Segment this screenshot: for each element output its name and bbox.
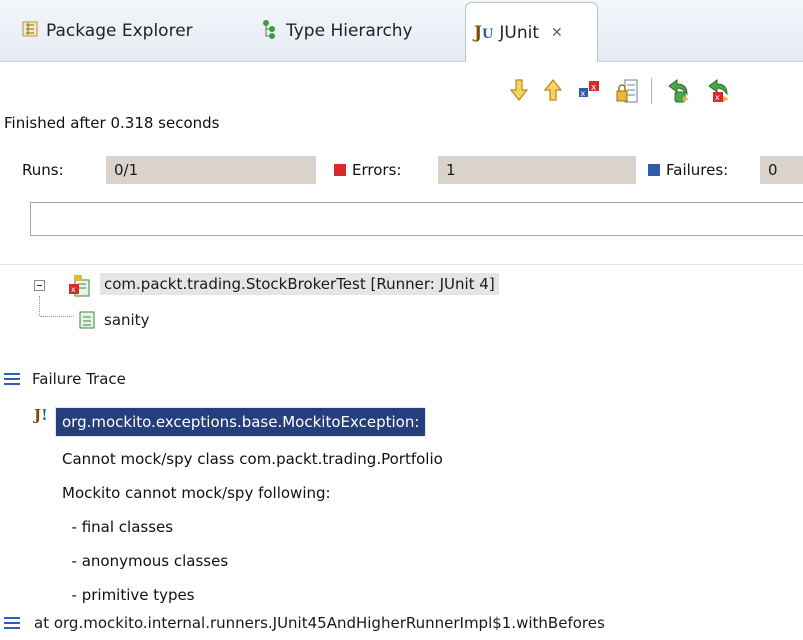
tab-package-explorer-label: Package Explorer: [46, 21, 193, 41]
close-icon[interactable]: ✕: [551, 25, 563, 41]
tab-type-hierarchy[interactable]: Type Hierarchy: [262, 2, 413, 60]
svg-text:x: x: [581, 89, 586, 98]
tab-package-explorer[interactable]: Package Explorer: [22, 2, 193, 60]
stack-frame-icon: [4, 614, 20, 632]
trace-line[interactable]: Mockito cannot mock/spy following:: [62, 484, 331, 502]
trace-line[interactable]: Cannot mock/spy class com.packt.trading.…: [62, 450, 443, 468]
stack-frame-label: at org.mockito.internal.runners.JUnit45A…: [34, 614, 605, 632]
failure-trace-header: Failure Trace: [4, 362, 126, 396]
runs-value: 0/1: [106, 156, 316, 184]
tree-connector: [39, 296, 41, 316]
package-explorer-icon: [22, 21, 38, 42]
rerun-failed-first-icon[interactable]: x: [705, 78, 731, 108]
errors-label: Errors:: [352, 161, 402, 179]
type-hierarchy-icon: [262, 19, 278, 44]
failure-icon: [648, 164, 660, 176]
show-failures-only-icon[interactable]: xx: [577, 78, 601, 106]
test-case-icon: [78, 310, 96, 334]
svg-text:x: x: [71, 285, 76, 294]
error-icon: [334, 164, 346, 176]
test-suite-label: com.packt.trading.StockBrokerTest [Runne…: [100, 273, 499, 295]
svg-text:x: x: [715, 93, 720, 102]
tab-type-hierarchy-label: Type Hierarchy: [286, 21, 413, 41]
exception-icon: J!: [34, 406, 48, 424]
rerun-test-icon[interactable]: [665, 78, 691, 108]
trace-line[interactable]: - primitive types: [62, 586, 195, 604]
trace-line[interactable]: - anonymous classes: [62, 552, 229, 570]
svg-text:x: x: [591, 83, 597, 93]
test-suite-error-icon: x: [68, 274, 92, 302]
trace-line[interactable]: - final classes: [62, 518, 174, 536]
trace-line-selected[interactable]: org.mockito.exceptions.base.MockitoExcep…: [54, 407, 427, 437]
tab-junit-label: JUnit: [499, 22, 540, 43]
tab-junit[interactable]: JU JUnit ✕: [465, 2, 598, 62]
failures-label: Failures:: [666, 161, 729, 179]
toolbar-separator: [651, 78, 652, 104]
collapse-icon[interactable]: [34, 280, 45, 291]
failure-trace-title: Failure Trace: [32, 370, 126, 388]
counter-panel: Runs: 0/1 Errors: 1 Failures: 0: [0, 150, 803, 192]
status-text: Finished after 0.318 seconds: [4, 114, 220, 132]
junit-toolbar: xx x: [473, 72, 803, 120]
test-case-label: sanity: [104, 311, 150, 329]
view-tab-bar: Package Explorer Type Hierarchy JU JUnit…: [0, 0, 803, 62]
trace-line-stack-frame[interactable]: at org.mockito.internal.runners.JUnit45A…: [4, 606, 605, 640]
failures-value: 0: [760, 156, 803, 184]
divider: [0, 264, 803, 265]
next-failure-icon[interactable]: [509, 78, 529, 106]
stack-trace-icon: [4, 370, 20, 388]
previous-failure-icon[interactable]: [543, 78, 563, 106]
runs-label: Runs:: [22, 161, 64, 179]
scroll-lock-icon[interactable]: [615, 78, 639, 108]
errors-value: 1: [438, 156, 636, 184]
tree-connector: [40, 316, 74, 318]
junit-icon: JU: [474, 22, 494, 43]
progress-bar: [30, 202, 803, 236]
